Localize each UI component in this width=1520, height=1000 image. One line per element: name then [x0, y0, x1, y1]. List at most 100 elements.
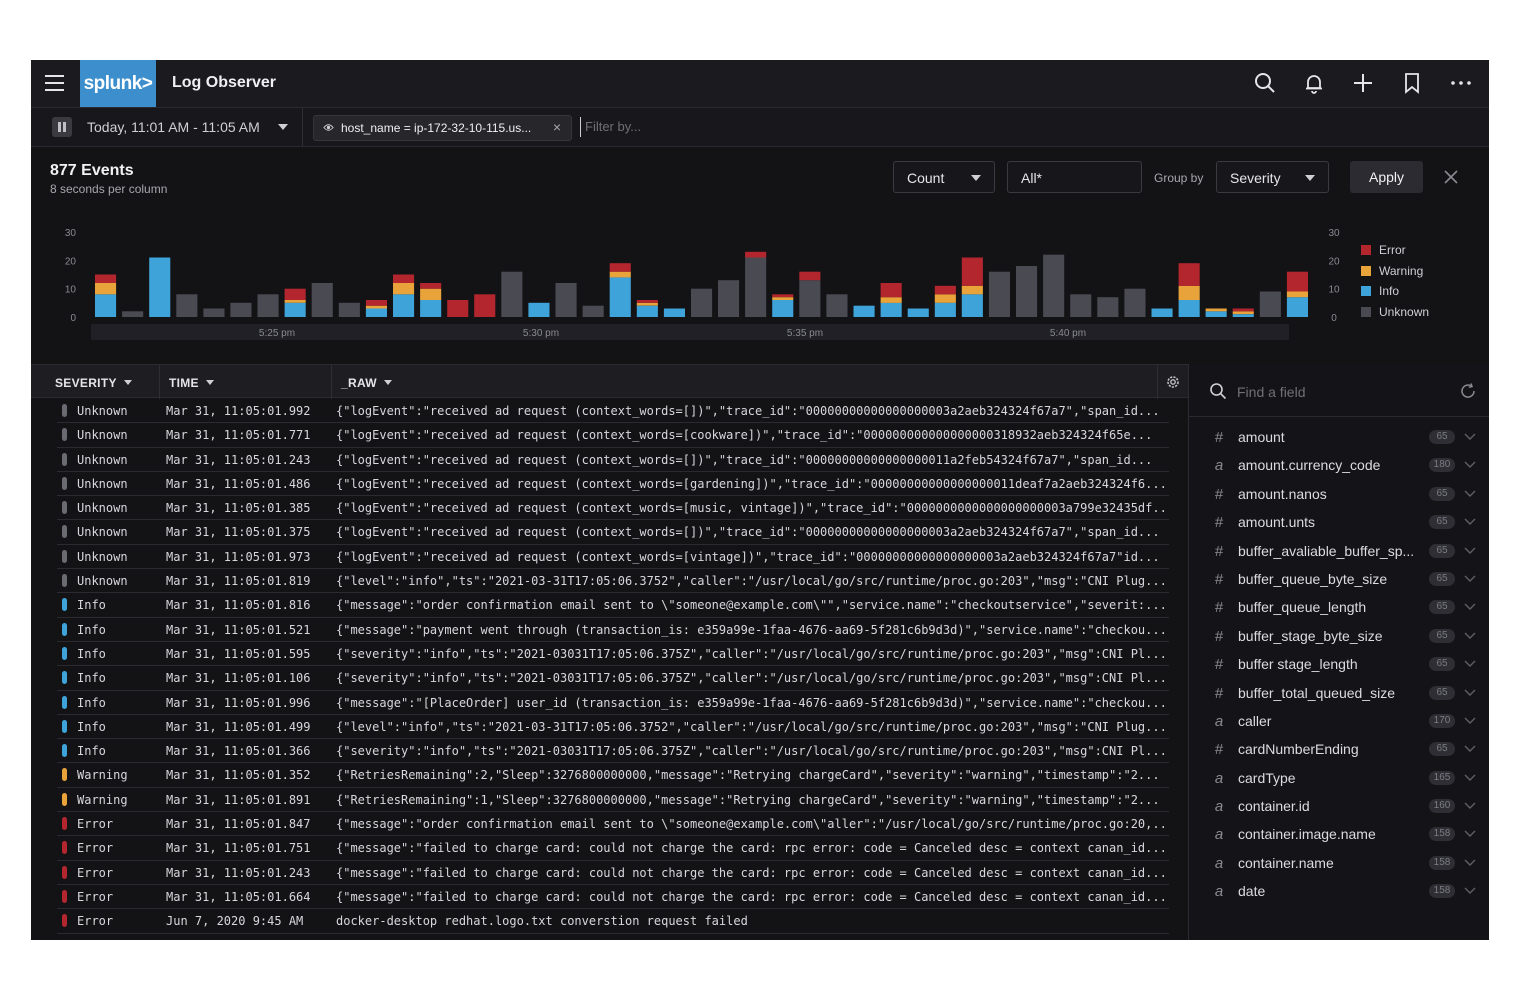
table-row[interactable]: Unknown Mar 31, 11:05:01.973 {"logEvent":"…	[57, 545, 1169, 570]
chevron-down-icon[interactable]	[1463, 741, 1477, 755]
field-item[interactable]: a cardType 165	[1189, 765, 1489, 793]
bar-segment-warning[interactable]	[1232, 311, 1254, 315]
chevron-down-icon[interactable]	[1463, 571, 1477, 585]
bar-segment-unknown[interactable]	[988, 271, 1010, 317]
bookmark-icon[interactable]	[1400, 71, 1424, 95]
table-row[interactable]: Unknown Mar 31, 11:05:01.819 {"level":"inf…	[57, 569, 1169, 594]
bar-segment-warning[interactable]	[934, 294, 956, 303]
chevron-down-icon[interactable]	[1463, 883, 1477, 897]
table-row[interactable]: Warning Mar 31, 11:05:01.352 {"RetriesRema…	[57, 763, 1169, 788]
bar-segment-error[interactable]	[284, 288, 306, 300]
bar-segment-unknown[interactable]	[1070, 294, 1092, 317]
splunk-logo[interactable]: splunk>	[80, 60, 156, 107]
bar-segment-unknown[interactable]	[122, 311, 144, 317]
bar-segment-info[interactable]	[907, 308, 929, 318]
field-item[interactable]: # buffer_avaliable_buffer_sp... 65	[1189, 538, 1489, 566]
table-row[interactable]: Unknown Mar 31, 11:05:01.243 {"logEvent":"…	[57, 448, 1169, 472]
bar-segment-error[interactable]	[474, 294, 496, 317]
field-item[interactable]: # buffer_queue_byte_size 65	[1189, 566, 1489, 594]
chevron-down-icon[interactable]	[1463, 798, 1477, 812]
search-icon[interactable]	[1253, 71, 1277, 95]
bar-segment-warning[interactable]	[284, 300, 306, 303]
chevron-down-icon[interactable]	[1463, 713, 1477, 727]
bar-segment-unknown[interactable]	[718, 280, 740, 317]
legend-item-error[interactable]: Error	[1361, 240, 1429, 261]
table-row[interactable]: Unknown Mar 31, 11:05:01.375 {"logEvent":"…	[57, 520, 1169, 545]
bar-segment-unknown[interactable]	[338, 302, 360, 317]
all-field-input[interactable]: All*	[1007, 161, 1142, 193]
chevron-down-icon[interactable]	[1463, 599, 1477, 613]
bar-segment-unknown[interactable]	[230, 302, 252, 317]
bar-segment-error[interactable]	[934, 285, 956, 295]
chevron-down-icon[interactable]	[1463, 429, 1477, 443]
legend-item-unknown[interactable]: Unknown	[1361, 302, 1429, 323]
column-header-raw[interactable]: _RAW	[341, 376, 392, 390]
legend-item-warning[interactable]: Warning	[1361, 261, 1429, 282]
bar-segment-error[interactable]	[961, 257, 983, 286]
bar-segment-info[interactable]	[772, 300, 794, 317]
bar-segment-warning[interactable]	[880, 297, 902, 303]
chevron-down-icon[interactable]	[1463, 486, 1477, 500]
bar-segment-warning[interactable]	[609, 271, 631, 278]
bar-segment-info[interactable]	[961, 294, 983, 317]
bar-segment-warning[interactable]	[1286, 291, 1308, 298]
chevron-down-icon[interactable]	[1463, 685, 1477, 699]
table-row[interactable]: Error Mar 31, 11:05:01.751 {"message":"fai…	[57, 836, 1169, 861]
field-item[interactable]: a amount.currency_code 180	[1189, 452, 1489, 480]
chevron-down-icon[interactable]	[278, 124, 288, 130]
bar-segment-error[interactable]	[95, 274, 117, 284]
table-row[interactable]: Info Mar 31, 11:05:01.499 {"level":"info",…	[57, 715, 1169, 740]
bar-segment-warning[interactable]	[772, 297, 794, 300]
bar-segment-unknown[interactable]	[691, 288, 713, 317]
bar-segment-error[interactable]	[799, 271, 821, 281]
bar-segment-error[interactable]	[609, 263, 631, 272]
field-item[interactable]: a caller 170	[1189, 708, 1489, 736]
field-item[interactable]: # amount 65	[1189, 424, 1489, 452]
bar-segment-info[interactable]	[1151, 308, 1173, 318]
bar-segment-info[interactable]	[284, 302, 306, 317]
bar-segment-info[interactable]	[663, 308, 685, 318]
field-item[interactable]: # buffer_stage_byte_size 65	[1189, 623, 1489, 651]
bell-icon[interactable]	[1302, 71, 1326, 95]
bar-segment-warning[interactable]	[1205, 308, 1227, 312]
bar-segment-warning[interactable]	[365, 305, 387, 309]
bar-segment-warning[interactable]	[636, 302, 658, 306]
field-item[interactable]: # buffer_queue_length 65	[1189, 594, 1489, 622]
bar-segment-unknown[interactable]	[799, 280, 821, 317]
bar-segment-unknown[interactable]	[203, 308, 225, 318]
time-range-picker[interactable]: Today, 11:01 AM - 11:05 AM	[87, 119, 260, 135]
group-by-dropdown[interactable]: Severity	[1216, 161, 1329, 193]
bar-segment-error[interactable]	[880, 283, 902, 298]
chevron-down-icon[interactable]	[1463, 514, 1477, 528]
bar-segment-info[interactable]	[393, 294, 415, 317]
filter-chip[interactable]: host_name = ip-172-32-10-115.us... ×	[313, 115, 572, 141]
bar-segment-unknown[interactable]	[501, 271, 523, 317]
table-row[interactable]: Info Mar 31, 11:05:01.521 {"message":"paym…	[57, 618, 1169, 642]
table-row[interactable]: Unknown Mar 31, 11:05:01.385 {"logEvent":"…	[57, 496, 1169, 521]
field-item[interactable]: # amount.unts 65	[1189, 509, 1489, 537]
field-item[interactable]: a container.image.name 158	[1189, 821, 1489, 849]
close-icon[interactable]	[1443, 169, 1459, 185]
chevron-down-icon[interactable]	[1463, 826, 1477, 840]
bar-segment-info[interactable]	[636, 305, 658, 317]
bar-segment-error[interactable]	[772, 294, 794, 298]
bar-segment-info[interactable]	[95, 294, 117, 317]
find-field-input[interactable]: Find a field	[1237, 384, 1305, 400]
field-item[interactable]: # buffer stage_length 65	[1189, 651, 1489, 679]
bar-segment-unknown[interactable]	[1097, 297, 1119, 317]
table-row[interactable]: Error Mar 31, 11:05:01.243 {"message":"fai…	[57, 861, 1169, 885]
bar-segment-info[interactable]	[853, 305, 875, 317]
bar-segment-info[interactable]	[880, 302, 902, 317]
bar-segment-unknown[interactable]	[1259, 291, 1281, 318]
bar-segment-unknown[interactable]	[257, 294, 279, 317]
bar-segment-error[interactable]	[1286, 271, 1308, 292]
apply-button[interactable]: Apply	[1350, 161, 1423, 193]
field-item[interactable]: # cardNumberEnding 65	[1189, 736, 1489, 764]
field-item[interactable]: a date 158	[1189, 878, 1489, 906]
close-icon[interactable]: ×	[553, 119, 561, 135]
bar-segment-info[interactable]	[149, 257, 171, 318]
field-item[interactable]: # amount.nanos 65	[1189, 481, 1489, 509]
bar-segment-unknown[interactable]	[582, 305, 604, 317]
bar-segment-unknown[interactable]	[176, 294, 198, 317]
table-row[interactable]: Info Mar 31, 11:05:01.996 {"message":"[Pla…	[57, 691, 1169, 715]
